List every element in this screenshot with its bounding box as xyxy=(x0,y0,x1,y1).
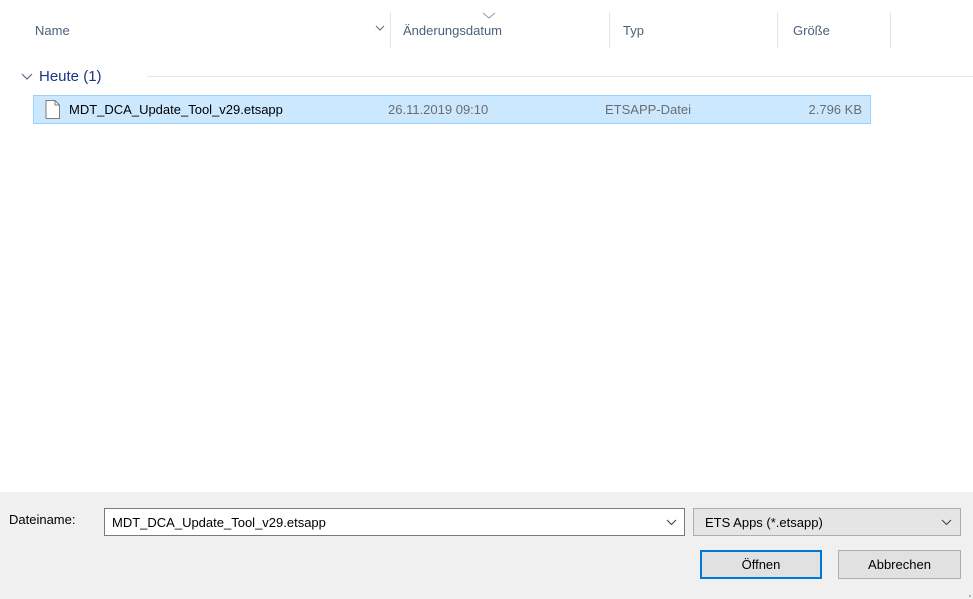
chevron-down-icon[interactable] xyxy=(374,22,386,34)
chevron-down-icon xyxy=(941,519,951,525)
column-header-name-label: Name xyxy=(35,22,70,38)
document-file-icon xyxy=(45,100,60,119)
file-name: MDT_DCA_Update_Tool_v29.etsapp xyxy=(69,102,283,117)
filter-dropdown-button[interactable] xyxy=(932,509,960,535)
column-header-date-label: Änderungsdatum xyxy=(403,22,503,38)
chevron-down-icon xyxy=(666,519,676,525)
file-date: 26.11.2019 09:10 xyxy=(388,102,489,117)
column-header-size-label: Größe xyxy=(793,22,830,38)
dialog-footer: Dateiname: MDT_DCA_Update_Tool_v29.etsap… xyxy=(0,492,973,599)
group-header-label: Heute (1) xyxy=(39,67,102,85)
file-row[interactable]: MDT_DCA_Update_Tool_v29.etsapp 26.11.201… xyxy=(33,95,871,124)
filename-combobox[interactable]: MDT_DCA_Update_Tool_v29.etsapp xyxy=(104,508,685,536)
column-header-size[interactable]: Größe xyxy=(778,12,891,48)
file-size: 2.796 KB xyxy=(808,102,863,117)
file-type-filter-select[interactable]: ETS Apps (*.etsapp) xyxy=(693,508,961,536)
column-header-type-label: Typ xyxy=(623,22,644,38)
top-border xyxy=(0,0,973,1)
cancel-button[interactable]: Abbrechen xyxy=(838,550,961,579)
column-header-date[interactable]: Änderungsdatum xyxy=(391,12,610,48)
file-list-pane: Name Änderungsdatum Typ Größe Heute (1) xyxy=(0,0,973,492)
column-header-bar: Name Änderungsdatum Typ Größe xyxy=(15,12,973,48)
filename-input[interactable]: MDT_DCA_Update_Tool_v29.etsapp xyxy=(105,515,658,530)
file-type: ETSAPP-Datei xyxy=(605,102,691,117)
column-header-name[interactable]: Name xyxy=(15,12,391,48)
sort-descending-icon xyxy=(482,12,496,19)
file-type-filter-value: ETS Apps (*.etsapp) xyxy=(705,514,823,530)
group-header-today[interactable]: Heute (1) xyxy=(20,66,102,86)
open-button[interactable]: Öffnen xyxy=(700,550,822,579)
group-divider xyxy=(147,76,973,77)
chevron-down-icon[interactable] xyxy=(20,69,34,83)
resize-grip[interactable] xyxy=(969,595,971,597)
filename-dropdown-button[interactable] xyxy=(658,509,684,535)
filename-label: Dateiname: xyxy=(9,512,76,527)
column-header-type[interactable]: Typ xyxy=(610,12,778,48)
